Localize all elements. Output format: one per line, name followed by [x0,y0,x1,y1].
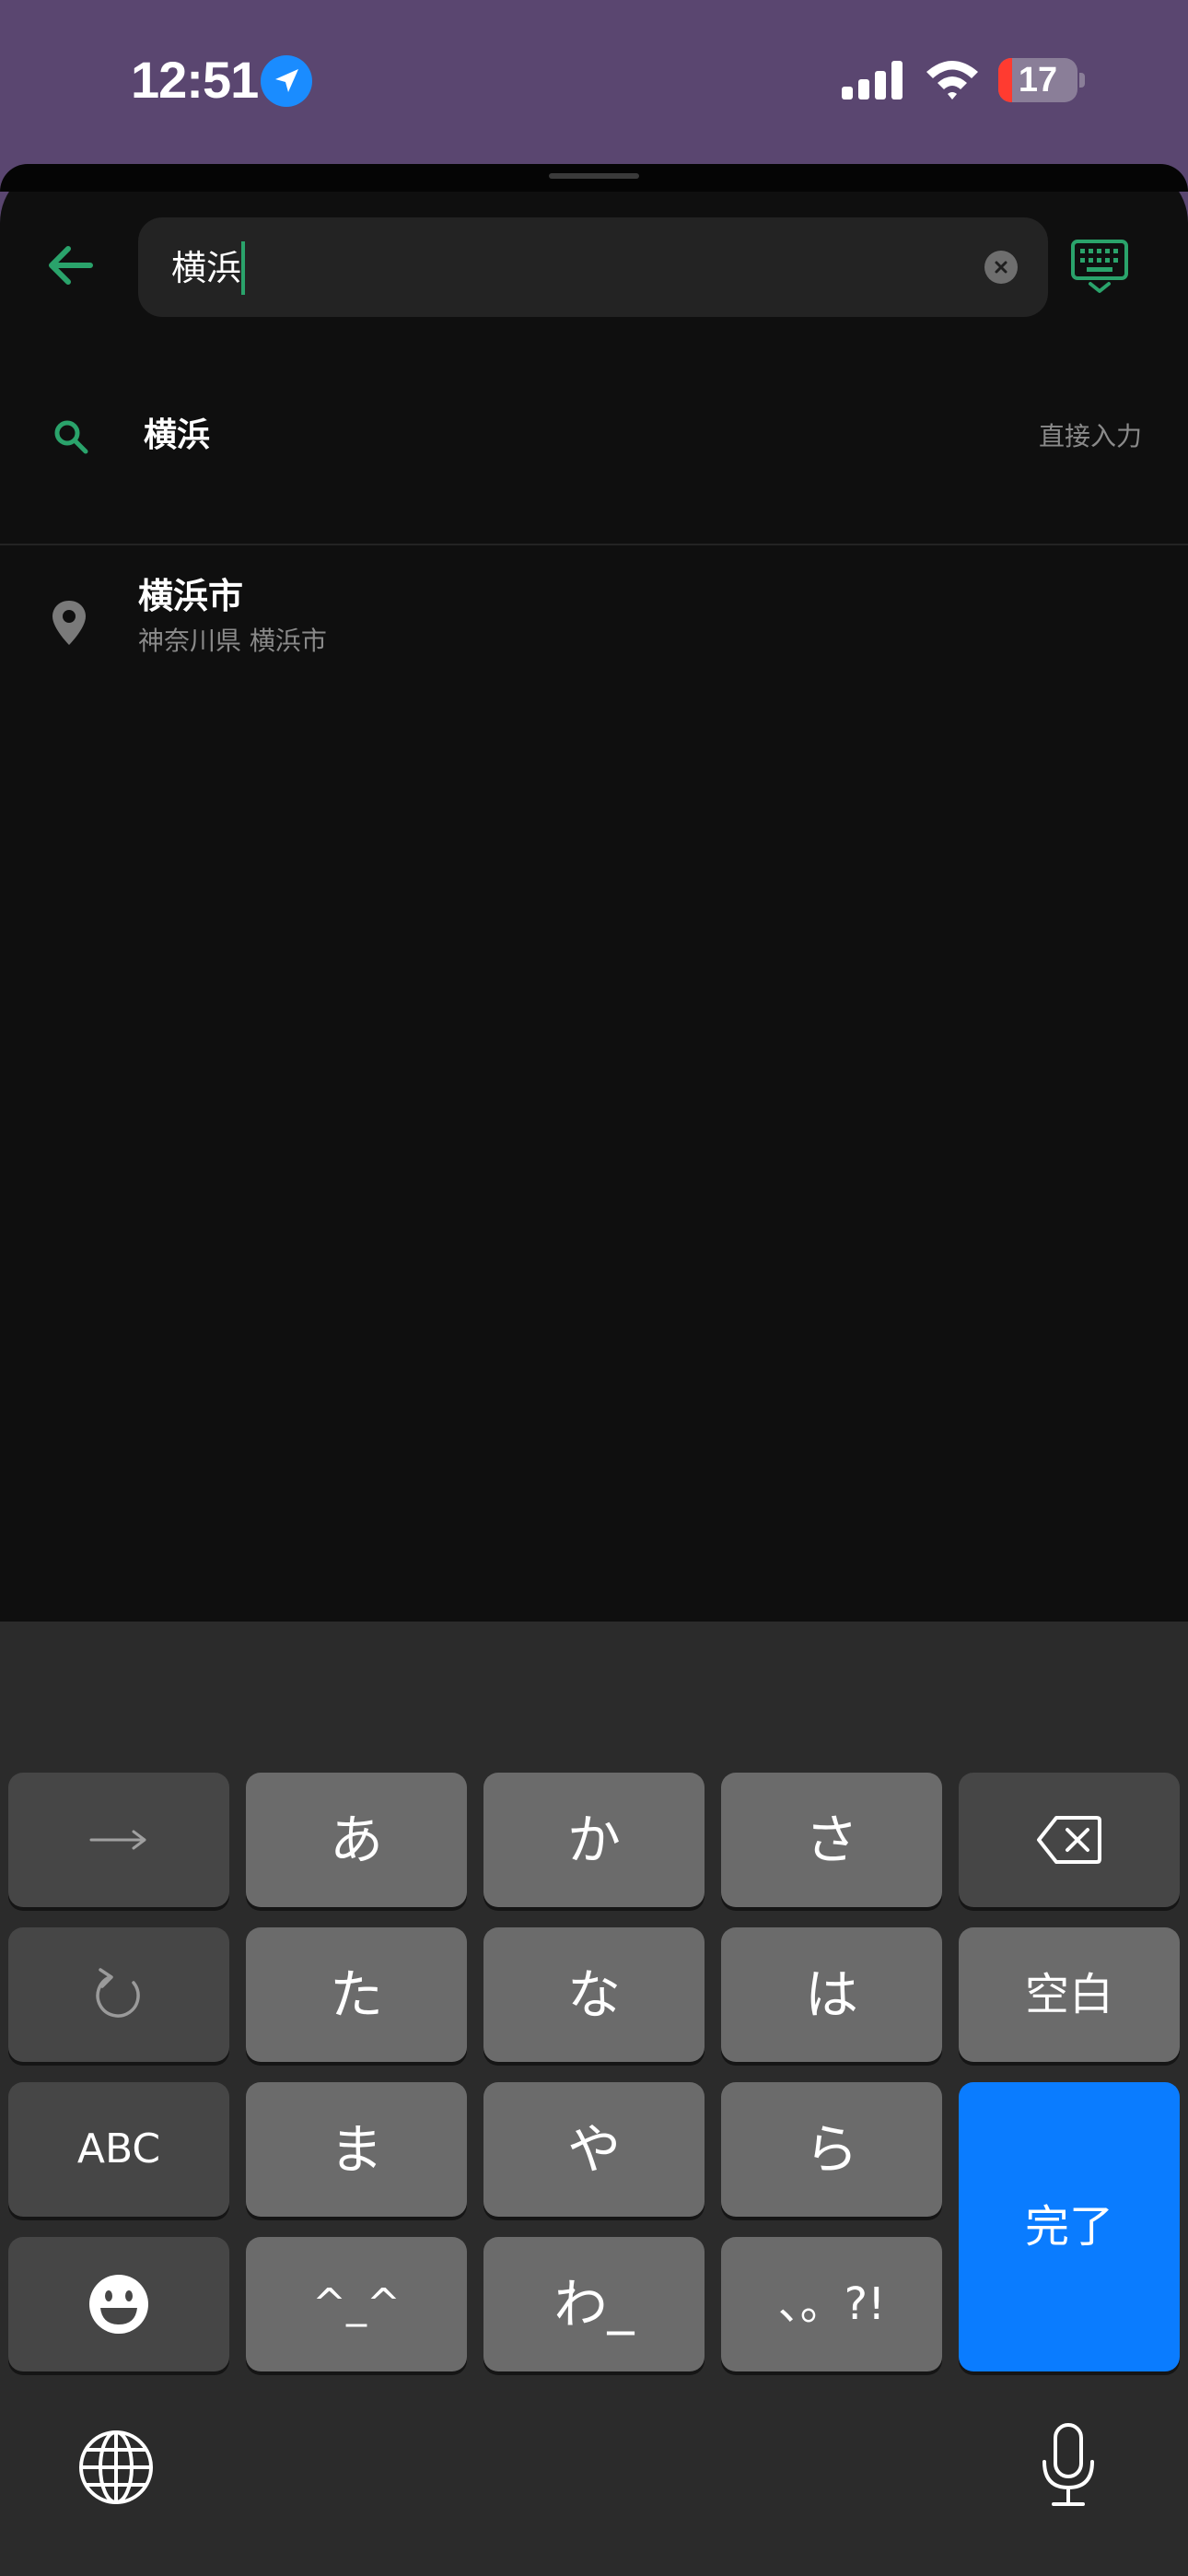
screen: 12:51 17 横浜 横浜 直接入力 横浜市 神奈川県 横浜市 あ か さ た… [0,0,1188,2576]
place-title: 横浜市 [138,576,244,616]
suggestion-row-query[interactable]: 横浜 直接入力 [0,367,1188,523]
globe-icon[interactable] [77,2429,155,2506]
space-key[interactable]: 空白 [959,1927,1180,2062]
search-input[interactable]: 横浜 [138,217,1048,317]
kana-key-wa[interactable]: わ_ [483,2237,705,2371]
key-label: 、。?! [777,2278,886,2330]
key-label: か [566,1809,621,1871]
microphone-icon[interactable] [1039,2423,1098,2508]
key-label: わ_ [553,2273,635,2336]
battery-indicator: 17 [998,58,1077,102]
key-label: た [329,1963,383,2026]
key-label: ^_^ [312,2280,401,2327]
kana-key-ha[interactable]: は [721,1927,942,2062]
map-pin-icon [52,601,86,645]
punctuation-key[interactable]: 、。?! [721,2237,942,2371]
kana-key-ma[interactable]: ま [246,2082,467,2217]
battery-cap [1079,73,1085,88]
kana-keyboard: あ か さ た な は 空白 ABC ま や ら 完了 ^_^ わ_ 、。?! [0,1622,1188,2576]
direct-input-label: 直接入力 [1038,421,1142,451]
search-query-text: 横浜 [171,248,242,288]
kana-key-ra[interactable]: ら [721,2082,942,2217]
status-time: 12:51 [131,51,259,109]
kana-key-a[interactable]: あ [246,1773,467,1907]
wifi-icon [926,61,978,100]
cellular-signal-icon [842,61,903,100]
emoji-icon [89,2275,148,2334]
close-circle-icon[interactable] [984,251,1018,284]
undo-key[interactable] [8,1927,229,2062]
kana-key-ta[interactable]: た [246,1927,467,2062]
search-icon [54,420,88,454]
arrow-right-icon [89,1830,146,1850]
key-label: 完了 [1024,2201,1113,2253]
next-key[interactable] [8,1773,229,1907]
key-label: は [804,1963,858,2026]
arrow-left-icon[interactable] [42,238,98,293]
place-result-row[interactable]: 横浜市 神奈川県 横浜市 [0,545,1188,711]
battery-percentage: 17 [1018,61,1058,100]
delete-key[interactable] [959,1773,1180,1907]
abc-key[interactable]: ABC [8,2082,229,2217]
key-label: な [566,1963,621,2026]
key-label: さ [804,1809,858,1871]
suggestion-title: 横浜 [144,416,211,454]
search-sheet: 横浜 横浜 直接入力 横浜市 神奈川県 横浜市 [0,164,1188,1622]
kana-key-ya[interactable]: や [483,2082,705,2217]
place-subtitle: 神奈川県 横浜市 [138,626,327,656]
key-label: あ [329,1809,383,1871]
kana-key-ka[interactable]: か [483,1773,705,1907]
search-input-value: 横浜 [171,241,246,295]
kaomoji-key[interactable]: ^_^ [246,2237,467,2371]
key-label: 空白 [1024,1969,1113,2020]
text-caret [241,241,246,295]
key-label: や [566,2118,621,2181]
sheet-header [0,164,1188,192]
key-label: ま [329,2118,383,2181]
status-bar: 12:51 17 [0,0,1188,164]
emoji-key[interactable] [8,2237,229,2371]
location-arrow-icon [261,55,312,107]
backspace-icon [1037,1816,1101,1864]
key-label: ABC [76,2125,161,2172]
done-key[interactable]: 完了 [959,2082,1180,2371]
kana-key-sa[interactable]: さ [721,1773,942,1907]
keyboard-hide-icon[interactable] [1070,238,1129,297]
sheet-grabber[interactable] [549,173,639,179]
kana-key-na[interactable]: な [483,1927,705,2062]
key-label: ら [804,2118,858,2181]
undo-icon [96,1968,140,2018]
